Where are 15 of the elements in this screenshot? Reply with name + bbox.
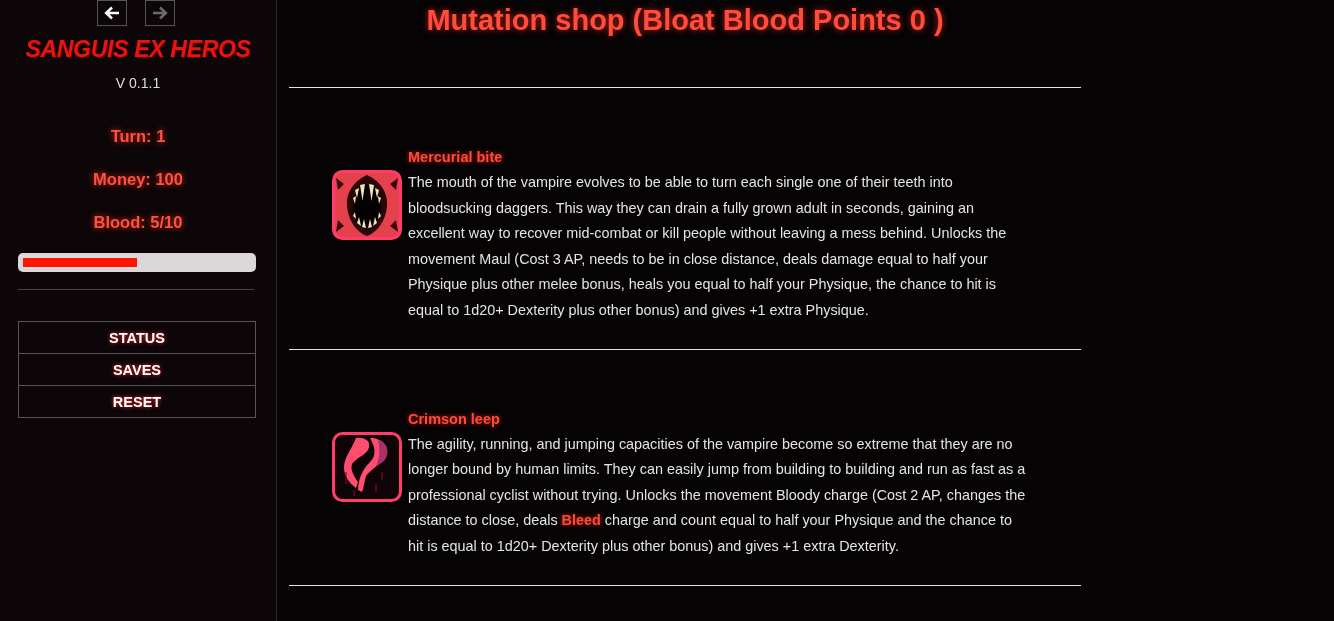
stat-label: Blood: 5/10 xyxy=(93,212,183,232)
mutation-title: Crimson leep xyxy=(408,409,500,428)
stat-label: Turn: 1 xyxy=(110,126,166,146)
game-title: SANGUIS EX HEROS xyxy=(25,35,251,64)
shop-heading: Mutation shop (Bloat Blood Points 0 ) xyxy=(426,3,944,37)
leaping-legs-icon xyxy=(332,431,402,502)
mutation-description: The agility, running, and jumping capacities of the vampire become so extreme that they are no longer bound by human limits. They can easily jump from building to building and run as fast as a professional cyclist without trying. Unlocks the movement Bloody charge (Cost 2 AP, changes the distance to close, deals Bleed charge and count equal to half your Physique and the chance to hit is equal to 1d20+ Dexterity plus other bonus) and gives +1 extra Dexterity. xyxy=(408,434,1027,556)
mutation-title: Mercurial bite xyxy=(408,148,503,166)
stat-label: Money: 100 xyxy=(93,169,183,189)
right-arrow-icon xyxy=(152,6,168,20)
version-label: V 0.1.1 xyxy=(115,74,161,92)
back-button[interactable] xyxy=(97,0,127,26)
fanged-mouth-icon xyxy=(332,170,402,240)
left-arrow-icon xyxy=(104,6,120,20)
mutation-description: The mouth of the vampire evolves to be able to turn each single one of their teeth into bloodsucking daggers. This way they can drain a fully grown adult in seconds, gaining an excellent way to recover mid-combat or kill people without leaving a mess behind. Unlocks the movement Maul (Cost 3 AP, needs to be in close distance, deals damage equal to half your Physique plus other melee bonus, heals you equal to half your Physique, the chance to hit is equal to 1d20+ Dexterity plus other bonus) and gives +1 extra Physique. xyxy=(408,173,1008,320)
